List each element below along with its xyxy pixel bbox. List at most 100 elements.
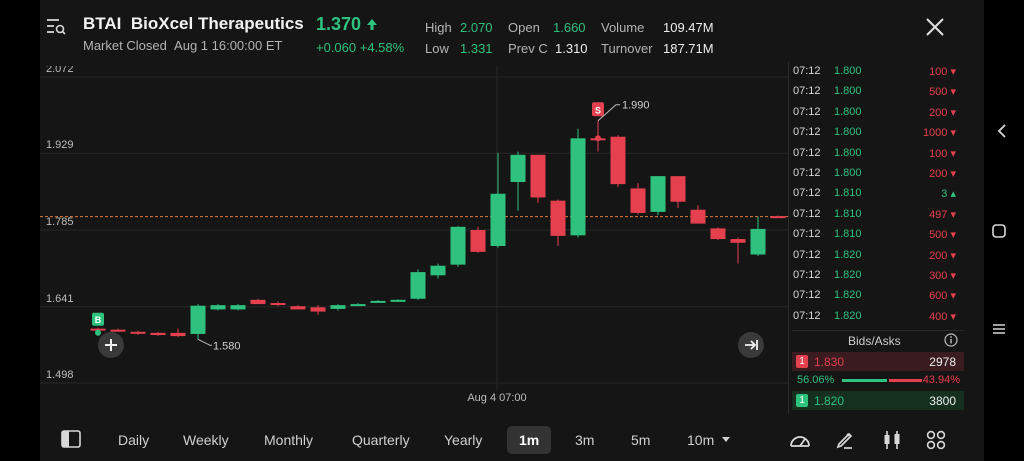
back-icon[interactable] [995,123,1011,139]
high-value: 2.070 [460,20,493,35]
price-change: +0.060 +4.58% [316,40,405,55]
price-chart[interactable]: 2.072 1.929 1.785 1.641 1.498 Aug 4 07:00 B S 1… [40,63,806,406]
candle-body [550,200,566,236]
bid-level: 1 [796,394,808,407]
trade-price: 1.800 [834,65,862,77]
trade-volume: 100 ▾ [929,147,956,160]
arrow-to-end-icon [745,340,758,350]
close-icon[interactable] [925,17,945,37]
prevc-value: 1.310 [555,41,588,56]
trade-time: 07:12 [793,269,821,281]
trade-volume: 200 ▾ [929,168,956,180]
candle-body [690,209,706,224]
candle-body [530,154,546,198]
trade-time: 07:12 [793,85,821,98]
trade-time: 07:12 [793,146,821,159]
candle-body [670,176,686,202]
candle-body [730,239,746,243]
candle-body [270,303,286,306]
bidask-title: Bids/Asks [848,334,901,348]
ask-row[interactable]: 1 1.830 2978 [792,352,964,371]
tf-monthly[interactable]: Monthly [264,432,313,448]
trade-time: 07:12 [793,228,821,241]
trade-time: 07:12 [793,126,821,139]
last-price: 1.370 [316,14,378,35]
trade-row: 07:12 1.800 500 ▾ [788,82,963,102]
buy-marker-label: B [95,315,102,325]
trade-price: 1.800 [834,105,862,118]
trade-time: 07:12 [793,309,821,322]
sell-marker-label: S [595,105,601,115]
info-icon[interactable] [944,333,958,347]
candle-body [410,272,426,299]
bid-row[interactable]: 1 1.820 3800 [792,391,964,410]
trade-price: 1.800 [834,146,862,159]
draw-pen-icon[interactable] [833,428,857,452]
candle-body [350,304,366,307]
home-icon[interactable] [991,223,1007,239]
tf-5m[interactable]: 5m [631,432,650,448]
system-nav-bar [984,0,1024,461]
grid-apps-icon[interactable] [924,428,948,452]
trade-row: 07:12 1.800 100 ▾ [788,144,963,164]
prevc-label: Prev C [508,41,548,56]
candle-body [210,305,226,310]
y-tick-label: 1.785 [46,216,74,228]
tf-daily[interactable]: Daily [118,432,149,448]
trade-price: 1.800 [834,167,862,179]
bid-ask-ratio: 56.06% 43.94% [792,373,964,389]
bids-asks-panel[interactable]: Bids/Asks 1 1.830 2978 56.06% 43.94% 1 1… [792,330,964,410]
sidebar-toggle-icon[interactable] [60,428,84,452]
candle-body [770,216,786,219]
candle-body [510,154,526,183]
time-and-sales[interactable]: 07:12 1.800 100 ▾ 07:12 1.800 500 ▾ 07:12 1.800… [788,62,963,332]
trade-volume: 500 ▾ [929,86,956,99]
candle-body [490,193,506,246]
trade-price: 1.820 [834,248,862,261]
trade-volume: 400 ▾ [929,310,956,323]
candlestick-icon[interactable] [880,428,904,452]
candle-body [370,300,386,303]
tf-yearly[interactable]: Yearly [444,432,482,448]
trade-price: 1.800 [834,126,862,139]
candle-body [150,332,166,336]
candle-body [710,228,726,240]
candlestick-chart[interactable]: 2.072 1.929 1.785 1.641 1.498 Aug 4 07:00 B S 1… [40,63,806,406]
trade-volume: 300 ▾ [929,270,956,282]
plus-icon [105,339,117,351]
trade-volume: 497 ▾ [929,208,956,221]
menu-search-icon[interactable] [46,17,66,35]
tf-quarterly[interactable]: Quarterly [352,432,410,448]
divider [792,330,964,331]
ask-size: 2978 [929,355,956,369]
candle-body [170,332,186,337]
trade-volume: 600 ▾ [929,290,956,303]
gauge-icon[interactable] [788,428,812,452]
recents-icon[interactable] [991,321,1007,337]
trade-time: 07:12 [793,167,821,179]
candle-body [630,188,646,213]
high-label: High [425,20,452,35]
trade-row: 07:12 1.820 400 ▾ [788,307,963,327]
tf-weekly[interactable]: Weekly [183,432,229,448]
tf-1m[interactable]: 1m [507,426,552,454]
candle-body [610,136,626,185]
stock-title: BTAI BioXcel Therapeutics [83,14,304,34]
trade-price: 1.810 [834,228,862,241]
add-indicator-button[interactable] [98,332,124,358]
volume-value: 109.47M [663,20,714,35]
tf-10m[interactable]: 10m [687,432,731,448]
trade-row: 07:12 1.800 1000 ▾ [788,123,963,143]
low-leader [197,338,212,346]
trade-row: 07:12 1.810 3 ▴ [788,184,963,204]
y-tick-label: 2.072 [46,66,74,75]
trade-row: 07:12 1.820 300 ▾ [788,266,963,286]
x-tick-label: Aug 4 07:00 [467,392,526,404]
chevron-down-icon [722,437,731,442]
low-value: 1.331 [460,41,493,56]
trade-row: 07:12 1.810 497 ▾ [788,205,963,225]
bid-size: 3800 [929,394,956,408]
trade-volume: 3 ▴ [941,188,956,201]
jump-to-latest-button[interactable] [738,332,764,358]
tf-3m[interactable]: 3m [575,432,594,448]
